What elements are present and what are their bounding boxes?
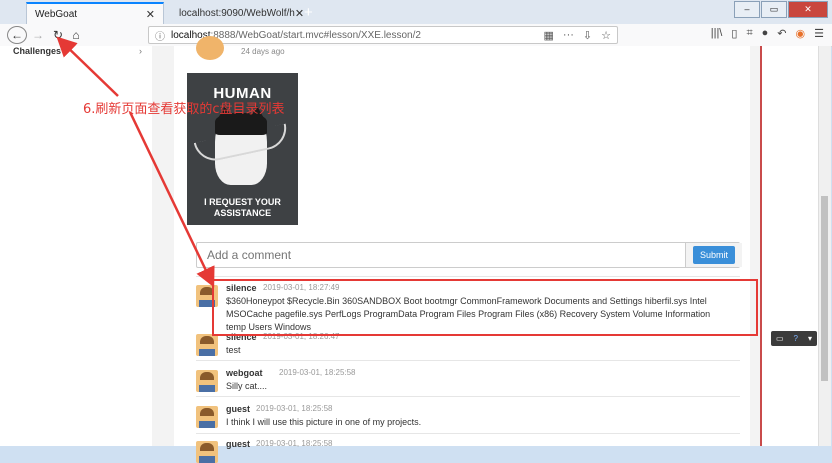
comment-form: Submit [196,242,742,268]
library-icon[interactable]: |||\ [711,27,723,40]
close-window-button[interactable]: ✕ [788,1,828,18]
new-tab-button[interactable]: + [304,4,313,21]
reload-button[interactable]: ↻ [50,26,66,44]
extension-icon[interactable]: ◉ [796,27,806,40]
bookmark-star-icon[interactable]: ☆ [601,29,611,42]
maximize-button[interactable]: ▭ [761,1,787,18]
page-actions-icon[interactable]: ··· [563,29,574,42]
meme-bottom-line-1: I REQUEST YOUR [204,197,281,207]
close-tab-icon[interactable]: ✕ [146,8,155,21]
submit-button[interactable]: Submit [693,246,735,264]
toolbar-icons: |||\ ▯ ⌗ ● ↶ ◉ ☰ [711,27,824,40]
close-tab-icon[interactable]: ✕ [295,7,304,20]
sidebar-item-challenges[interactable]: Challenges [13,46,61,56]
meme-bottom-line-2: ASSISTANCE [213,208,272,218]
avatar [196,334,218,356]
meme-bottom-text: I REQUEST YOUR ASSISTANCE [187,197,298,219]
cat-meme-image: HUMAN I REQUEST YOUR ASSISTANCE [187,73,298,225]
tab-title: localhost:9090/WebWolf/h [179,7,295,19]
chevron-right-icon[interactable]: › [139,46,142,56]
comment-author: guest [226,404,251,414]
sidebar-icon[interactable]: ▯ [731,27,737,40]
divider [196,433,740,434]
download-icon[interactable]: ⇩ [583,29,592,42]
poster-avatar [196,36,224,60]
divider [196,276,740,277]
tab-webwolf[interactable]: localhost:9090/WebWolf/h ✕ [166,2,304,24]
keyboard-icon[interactable]: ▭ [776,334,784,343]
help-icon[interactable]: ? [794,334,798,343]
avatar [196,441,218,463]
crop-icon[interactable]: ⌗ [746,27,752,40]
avatar [196,370,218,392]
annotation-label: 6.刷新页面查看获取的c盘目录列表 [83,102,285,117]
post-time: 24 days ago [241,47,285,56]
home-icon[interactable]: ⌂ [68,26,84,44]
qr-code-icon[interactable]: ▦ [544,29,554,42]
right-gutter [750,46,762,446]
chat-icon[interactable]: ● [762,27,769,40]
undo-icon[interactable]: ↶ [777,27,786,40]
submit-area: Submit [685,243,742,267]
comment-text: I think I will use this picture in one o… [226,417,422,427]
comment-text: test [226,345,241,355]
comment-author: webgoat [226,368,263,378]
tab-title: WebGoat [35,8,78,20]
comment-input[interactable] [197,243,685,267]
tab-strip: WebGoat ✕ localhost:9090/WebWolf/h ✕ + –… [0,0,832,25]
avatar [196,406,218,428]
comment-text: Silly cat.... [226,381,268,391]
comment-date: 2019-03-01, 18:25:58 [256,439,333,448]
highlight-box [212,279,758,336]
menu-icon[interactable]: ☰ [814,27,824,40]
dropdown-icon[interactable]: ▾ [808,334,812,343]
comment-date: 2019-03-01, 18:25:58 [256,404,333,413]
minimize-button[interactable]: – [734,1,760,18]
divider [196,396,740,397]
back-button[interactable]: ← [7,26,27,44]
url-path: :8888/WebGoat/start.mvc#lesson/XXE.lesso… [210,29,421,41]
forward-button[interactable]: → [30,26,46,44]
scrollbar[interactable] [818,46,831,446]
divider [196,360,740,361]
nav-toolbar: ← → ↻ ⌂ ⓘ localhost:8888/WebGoat/start.m… [0,24,832,47]
comment-author: guest [226,439,251,449]
comment-date: 2019-03-01, 18:25:58 [279,368,356,377]
info-icon[interactable]: ⓘ [155,28,165,43]
tab-webgoat[interactable]: WebGoat ✕ [26,2,164,24]
scrollbar-thumb[interactable] [821,196,828,381]
page-margin [762,46,818,446]
input-method-widget[interactable]: ▭ ? ▾ [771,331,817,346]
window-controls: – ▭ ✕ [733,1,828,18]
